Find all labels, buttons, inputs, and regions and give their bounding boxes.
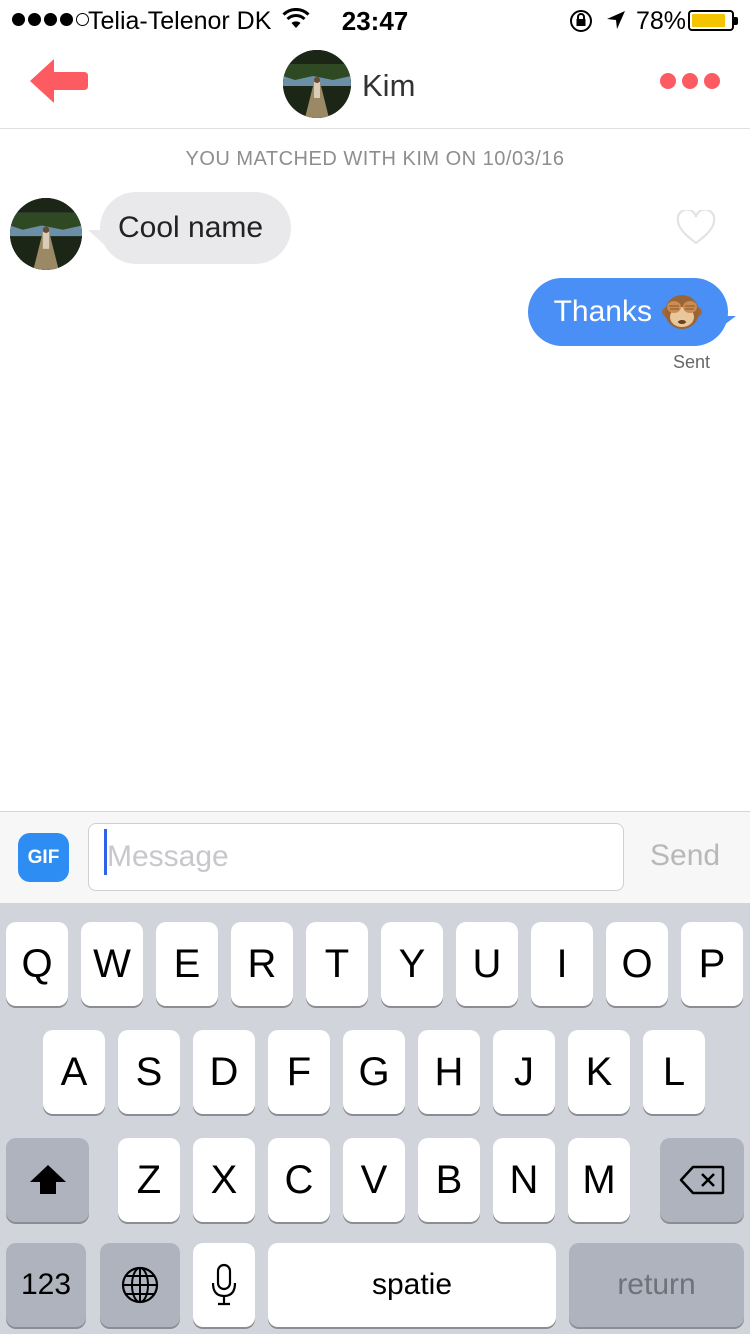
key-b[interactable]: B (418, 1138, 480, 1222)
key-k[interactable]: K (568, 1030, 630, 1114)
message-status: Sent (672, 352, 710, 372)
key-q[interactable]: Q (6, 922, 68, 1006)
globe-key[interactable] (100, 1243, 180, 1327)
outgoing-message[interactable]: Thanks (527, 278, 728, 346)
key-l[interactable]: L (643, 1030, 705, 1114)
location-arrow-icon (605, 9, 627, 36)
key-y[interactable]: Y (381, 922, 443, 1006)
outgoing-message-text: Thanks (553, 295, 652, 328)
key-h[interactable]: H (418, 1030, 480, 1114)
chat-header: Kim (0, 40, 750, 129)
more-options-button[interactable] (660, 73, 720, 89)
shift-key[interactable] (6, 1138, 89, 1222)
incoming-avatar[interactable] (10, 198, 82, 270)
key-f[interactable]: F (268, 1030, 330, 1114)
message-composer: GIF Send (0, 811, 750, 904)
see-no-evil-monkey-icon (662, 295, 702, 329)
battery-percentage: 78% (636, 7, 687, 35)
key-g[interactable]: G (343, 1030, 405, 1114)
backspace-key[interactable] (660, 1138, 744, 1222)
match-notice: YOU MATCHED WITH KIM ON 10/03/16 (185, 148, 565, 170)
contact-avatar[interactable] (283, 50, 351, 118)
key-c[interactable]: C (268, 1138, 330, 1222)
keyboard: QWERTYUIOP ASDFGHJKL ZXCVBNM 123 spatie … (0, 903, 750, 1334)
text-caret (104, 829, 107, 875)
key-r[interactable]: R (231, 922, 293, 1006)
message-input[interactable] (88, 823, 624, 891)
key-s[interactable]: S (118, 1030, 180, 1114)
rotation-lock-icon (568, 9, 594, 38)
gif-button[interactable]: GIF (18, 833, 69, 882)
like-message-button[interactable] (676, 208, 716, 246)
backspace-icon (679, 1165, 725, 1195)
key-z[interactable]: Z (118, 1138, 180, 1222)
key-u[interactable]: U (456, 922, 518, 1006)
microphone-icon (211, 1263, 237, 1306)
heart-icon (676, 208, 716, 245)
key-n[interactable]: N (493, 1138, 555, 1222)
status-bar: Telia-Telenor DK 23:47 78% (0, 0, 750, 40)
space-key[interactable]: spatie (268, 1243, 556, 1327)
key-j[interactable]: J (493, 1030, 555, 1114)
key-e[interactable]: E (156, 922, 218, 1006)
contact-name[interactable]: Kim (362, 68, 415, 104)
incoming-message-text: Cool name (118, 211, 264, 244)
key-t[interactable]: T (306, 922, 368, 1006)
key-m[interactable]: M (568, 1138, 630, 1222)
incoming-message[interactable]: Cool name (100, 192, 292, 264)
return-key[interactable]: return (569, 1243, 744, 1327)
key-d[interactable]: D (193, 1030, 255, 1114)
globe-icon (121, 1266, 159, 1304)
back-arrow-icon (30, 59, 88, 103)
microphone-key[interactable] (193, 1243, 255, 1327)
key-a[interactable]: A (43, 1030, 105, 1114)
more-dots-icon (660, 73, 676, 89)
key-o[interactable]: O (606, 922, 668, 1006)
key-w[interactable]: W (81, 922, 143, 1006)
key-x[interactable]: X (193, 1138, 255, 1222)
key-p[interactable]: P (681, 922, 743, 1006)
numbers-key[interactable]: 123 (6, 1243, 86, 1327)
send-button[interactable]: Send (650, 839, 720, 873)
key-v[interactable]: V (343, 1138, 405, 1222)
back-button[interactable] (28, 56, 90, 106)
battery-icon (688, 10, 738, 31)
key-i[interactable]: I (531, 922, 593, 1006)
shift-arrow-icon (29, 1165, 66, 1194)
